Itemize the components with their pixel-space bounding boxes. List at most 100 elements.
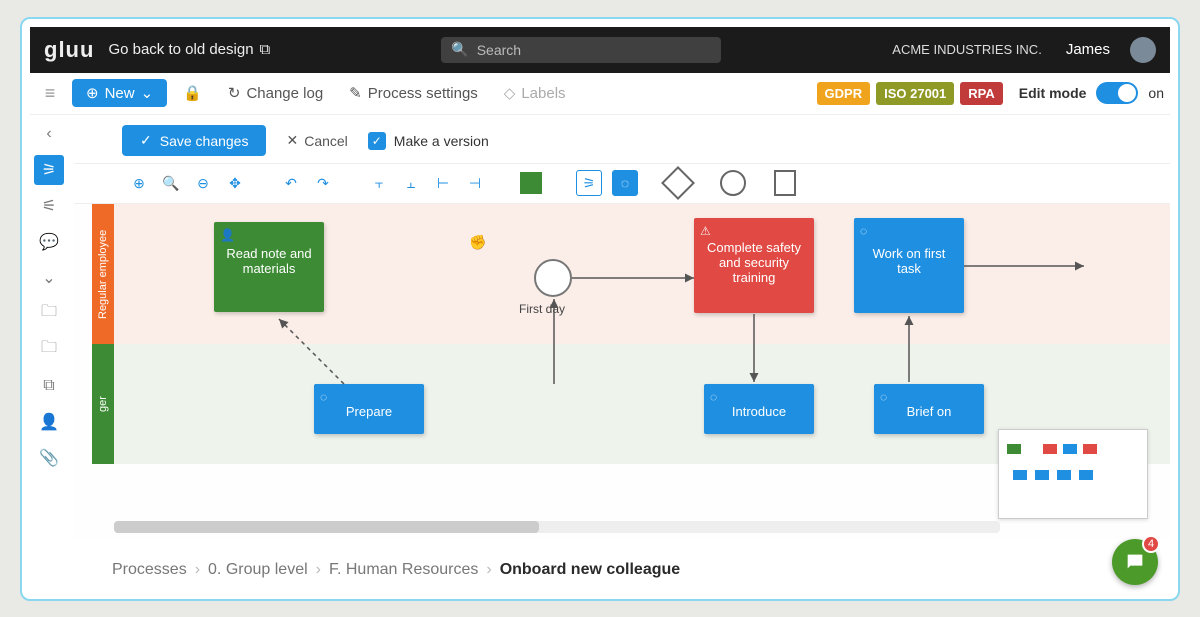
pencil-icon: ✎ [349, 84, 362, 102]
horizontal-scrollbar[interactable] [114, 521, 1000, 533]
shape-event-icon[interactable] [720, 170, 746, 196]
node-work-first-task[interactable]: ◌ Work on first task [854, 218, 964, 313]
lane-label-bottom: ger [92, 344, 114, 464]
cycle-icon: ◌ [710, 390, 717, 404]
change-log-label: Change log [246, 85, 323, 102]
grab-cursor-icon: ✊ [469, 234, 486, 251]
node-brief-on[interactable]: ◌ Brief on [874, 384, 984, 434]
undo-icon[interactable]: ↶ [280, 172, 302, 194]
cancel-button[interactable]: ✕ Cancel [276, 126, 357, 155]
edit-mode-toggle[interactable] [1096, 82, 1138, 104]
history-icon: ↻ [228, 84, 241, 102]
make-version-checkbox[interactable]: ✓ Make a version [368, 132, 489, 150]
search-input[interactable]: 🔍 Search [441, 37, 721, 63]
save-button[interactable]: ✓ Save changes [122, 125, 266, 156]
back-to-old-design-link[interactable]: Go back to old design ⧉ [108, 41, 270, 58]
search-icon: 🔍 [451, 41, 468, 58]
diagram-canvas[interactable]: ⇄ Regular employee ger 👤 Read note and m… [74, 203, 1170, 539]
crumb-current: Onboard new colleague [500, 561, 680, 579]
menu-icon[interactable]: ≡ [34, 83, 66, 104]
collapse-icon[interactable]: ‹ [34, 119, 64, 149]
align-right-icon[interactable]: ⊣ [464, 172, 486, 194]
rail-comments-icon[interactable]: 💬 [34, 227, 64, 257]
node-prepare[interactable]: ◌ Prepare [314, 384, 424, 434]
zoom-in-icon[interactable]: ⊕ [128, 172, 150, 194]
node-label: Prepare [326, 404, 412, 419]
rail-folder-icon[interactable]: 🗀 [34, 299, 64, 329]
avatar[interactable] [1130, 37, 1156, 63]
save-label: Save changes [160, 133, 249, 149]
chevron-right-icon: › [195, 561, 200, 579]
pan-icon[interactable]: ✥ [224, 172, 246, 194]
redo-icon[interactable]: ↷ [312, 172, 334, 194]
action-bar: ✓ Save changes ✕ Cancel ✓ Make a version [74, 119, 1170, 163]
search-placeholder: Search [477, 42, 521, 58]
chevron-right-icon: › [316, 561, 321, 579]
rail-expand-icon[interactable]: ⌄ [34, 263, 64, 293]
check-icon: ✓ [140, 132, 152, 149]
crumb-group-level[interactable]: 0. Group level [208, 561, 308, 579]
person-icon: 👤 [220, 228, 235, 242]
color-swatch[interactable] [520, 172, 542, 194]
node-read-note[interactable]: 👤 Read note and materials [214, 222, 324, 312]
align-top-icon[interactable]: ⫟ [368, 172, 390, 194]
rail-subprocess-icon[interactable]: ⚟ [34, 191, 64, 221]
rail-devices-icon[interactable]: ⧉ [34, 371, 64, 401]
node-label: Brief on [886, 404, 972, 419]
zoom-out-icon[interactable]: ⊖ [192, 172, 214, 194]
make-version-label: Make a version [394, 133, 489, 149]
plus-icon: ⊕ [86, 84, 99, 102]
new-label: New [105, 85, 135, 102]
node-complete-safety[interactable]: ⚠ Complete safety and security training [694, 218, 814, 313]
crumb-processes[interactable]: Processes [112, 561, 187, 579]
align-left-icon[interactable]: ⊢ [432, 172, 454, 194]
process-settings-button[interactable]: ✎ Process settings [339, 80, 488, 106]
shape-subprocess-icon[interactable]: ◌ [612, 170, 638, 196]
chat-icon [1124, 551, 1146, 573]
chat-badge: 4 [1142, 535, 1160, 553]
cancel-label: Cancel [304, 133, 348, 149]
cycle-icon: ◌ [320, 390, 327, 404]
crumb-hr[interactable]: F. Human Resources [329, 561, 478, 579]
node-label: Work on first task [866, 246, 952, 276]
lock-icon[interactable]: 🔒 [173, 80, 212, 106]
first-day-label: First day [519, 302, 565, 316]
rail-diagram-icon[interactable]: ⚞ [34, 155, 64, 185]
badge-iso[interactable]: ISO 27001 [876, 82, 954, 105]
logo: gluu [44, 37, 94, 63]
minimap[interactable] [998, 429, 1148, 519]
shape-gateway-icon[interactable] [661, 166, 695, 200]
change-log-button[interactable]: ↻ Change log [218, 80, 333, 106]
labels-button[interactable]: ◇ Labels [494, 80, 576, 106]
zoom-reset-icon[interactable]: 🔍 [160, 172, 182, 194]
new-button[interactable]: ⊕ New ⌄ [72, 79, 167, 107]
top-bar: gluu Go back to old design ⧉ 🔍 Search AC… [30, 27, 1170, 73]
user-name[interactable]: James [1066, 41, 1110, 58]
align-bottom-icon[interactable]: ⫠ [400, 172, 422, 194]
badge-rpa[interactable]: RPA [960, 82, 1002, 105]
rail-attachment-icon[interactable]: 📎 [34, 443, 64, 473]
edit-mode-state: on [1148, 85, 1164, 101]
node-first-day[interactable] [534, 259, 572, 297]
back-link-label: Go back to old design [108, 41, 253, 58]
lane-label-top: Regular employee [92, 204, 114, 344]
rail-user-icon[interactable]: 👤 [34, 407, 64, 437]
chat-button[interactable]: 4 [1112, 539, 1158, 585]
node-label: Read note and materials [226, 246, 312, 276]
badge-gdpr[interactable]: GDPR [817, 82, 871, 105]
left-rail: ‹ ⚞ ⚟ 💬 ⌄ 🗀 🗀 ⧉ 👤 📎 [30, 119, 68, 473]
checkbox-checked-icon: ✓ [368, 132, 386, 150]
scroll-thumb[interactable] [114, 521, 539, 533]
warning-icon: ⚠ [700, 224, 711, 238]
chevron-right-icon: › [486, 561, 491, 579]
breadcrumb: Processes › 0. Group level › F. Human Re… [112, 561, 1118, 579]
shape-task-icon[interactable]: ⚞ [576, 170, 602, 196]
labels-label: Labels [521, 85, 565, 102]
external-link-icon: ⧉ [260, 41, 271, 58]
shape-document-icon[interactable] [774, 170, 796, 196]
rail-folder2-icon[interactable]: 🗀 [34, 335, 64, 365]
edit-mode-label: Edit mode [1019, 85, 1087, 101]
company-name: ACME INDUSTRIES INC. [892, 42, 1042, 57]
node-introduce[interactable]: ◌ Introduce [704, 384, 814, 434]
close-icon: ✕ [286, 132, 298, 149]
